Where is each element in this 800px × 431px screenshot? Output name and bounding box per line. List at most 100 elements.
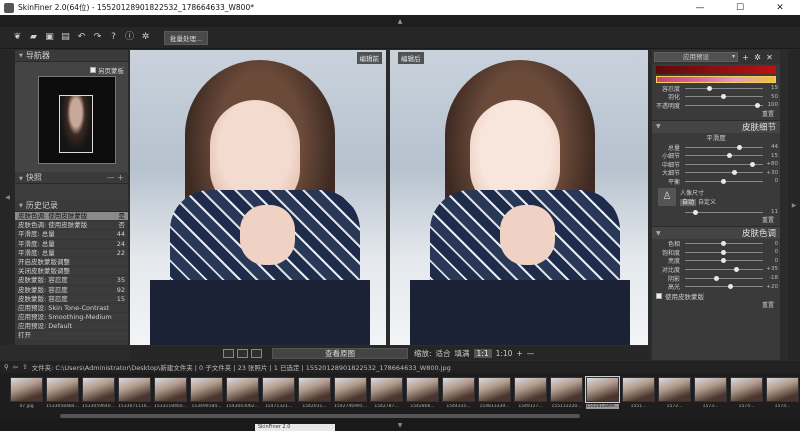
slider-knob[interactable] — [720, 249, 726, 255]
film-thumbnail[interactable] — [154, 377, 187, 402]
use-skin-mask-toggle[interactable]: 使用皮肤蒙版 — [652, 291, 780, 301]
film-thumbnail[interactable] — [370, 377, 403, 402]
filmstrip-item[interactable]: 1533071116... — [118, 373, 151, 409]
history-header[interactable]: ▼ 历史记录 — [15, 200, 128, 212]
slider-容忍度[interactable]: 容忍度 15 — [652, 84, 780, 93]
filmstrip-item[interactable]: 1533059640... — [82, 373, 115, 409]
slider-knob[interactable] — [720, 258, 726, 264]
zoom-in-icon[interactable]: + — [516, 349, 522, 358]
filmstrip-item[interactable]: 1544335... — [442, 373, 475, 409]
navigator-viewport[interactable] — [59, 95, 93, 153]
film-thumbnail[interactable] — [694, 377, 727, 402]
slider-色相[interactable]: 色相 0 — [652, 239, 780, 249]
slider-knob[interactable] — [726, 153, 732, 159]
after-image[interactable]: 编辑后 — [390, 50, 648, 345]
filmstrip-item[interactable]: 1542787... — [370, 373, 403, 409]
view-original-button[interactable]: 查看原图 — [272, 347, 408, 359]
split-view-button[interactable] — [237, 348, 248, 358]
film-thumbnail[interactable] — [10, 377, 43, 402]
taskbar-tab[interactable]: SkinFiner 2.0 — [255, 424, 335, 431]
filmstrip-item[interactable]: 1533118460... — [154, 373, 187, 409]
slider-高光[interactable]: 高光 +20 — [652, 282, 780, 292]
history-item[interactable]: 皮肤蒙版: 容忍度 35 — [15, 276, 128, 286]
history-item[interactable]: 应用预设: Default — [15, 322, 128, 332]
zoom-fit[interactable]: 适合 — [436, 348, 451, 359]
slider-knob[interactable] — [706, 85, 712, 91]
slider-总量[interactable]: 总量 44 — [652, 143, 780, 152]
film-thumbnail[interactable] — [514, 377, 547, 402]
film-thumbnail[interactable] — [82, 377, 115, 402]
filmstrip-item[interactable]: 1542808... — [406, 373, 439, 409]
filmstrip-item[interactable]: 153499184... — [190, 373, 223, 409]
slider-小细节[interactable]: 小细节 15 — [652, 151, 780, 161]
slider-大细节[interactable]: 大细节 +30 — [652, 169, 780, 178]
up-icon[interactable]: ⇧ — [22, 363, 27, 371]
slider-中细节[interactable]: 中细节 +80 — [652, 160, 780, 169]
info-icon[interactable]: ⓘ — [124, 32, 135, 43]
film-thumbnail[interactable] — [550, 377, 583, 402]
history-item[interactable]: 应用预设: Skin Tone-Contrast — [15, 304, 128, 314]
slider-knob[interactable] — [755, 102, 761, 108]
history-item[interactable]: 平滑度: 总量 44 — [15, 230, 128, 240]
filmstrip-item[interactable]: 1573... — [694, 373, 727, 409]
skin-color-swatch[interactable] — [656, 66, 776, 74]
save-as-icon[interactable]: ▤ — [60, 32, 71, 43]
filmstrip-item[interactable]: d7.jpg — [10, 373, 43, 409]
film-thumbnail[interactable] — [46, 377, 79, 402]
slider-对比度[interactable]: 对比度 +35 — [652, 265, 780, 274]
filmstrip-item[interactable]: 155112220... — [550, 373, 583, 409]
film-thumbnail[interactable] — [298, 377, 331, 402]
filmstrip-item[interactable]: 1549127... — [514, 373, 547, 409]
slider-阴影[interactable]: 阴影 -18 — [652, 274, 780, 283]
skin-tone-header[interactable]: ▼ 皮肤色调 — [652, 226, 780, 240]
reset-mask-button[interactable]: 重置 — [652, 110, 780, 120]
maximize-button[interactable]: ☐ — [720, 0, 760, 15]
history-item[interactable]: 皮肤蒙版: 容忍度 92 — [15, 286, 128, 295]
film-thumbnail[interactable] — [658, 377, 691, 402]
history-item[interactable]: 平滑度: 总量 22 — [15, 249, 128, 258]
color-range-bar[interactable] — [656, 76, 776, 83]
person-custom-option[interactable]: 自定义 — [698, 199, 716, 206]
close-button[interactable]: ✕ — [760, 0, 800, 15]
single-view-button[interactable] — [223, 348, 234, 358]
navigator-thumbnail[interactable] — [38, 76, 116, 164]
slider-饱和度[interactable]: 饱和度 0 — [652, 248, 780, 257]
history-item[interactable]: 皮肤色调: 使用皮肤蒙版是 — [15, 212, 128, 222]
filmstrip-item[interactable]: 1542031... — [298, 373, 331, 409]
film-thumbnail[interactable] — [622, 377, 655, 402]
history-item[interactable]: 皮肤色调: 使用皮肤蒙版否 — [15, 221, 128, 231]
film-thumbnail[interactable] — [442, 377, 475, 402]
slider-knob[interactable] — [733, 266, 739, 272]
slider-平衡[interactable]: 平衡 0 — [652, 177, 780, 186]
right-panel-toggle[interactable]: ▶ — [788, 50, 800, 360]
snapshot-header[interactable]: ▼ 快照 — + — [15, 172, 128, 184]
filmstrip-item[interactable]: 1543003062... — [226, 373, 259, 409]
undo-icon[interactable]: ↶ — [76, 32, 87, 43]
film-thumbnail[interactable] — [730, 377, 763, 402]
film-thumbnail[interactable] — [406, 377, 439, 402]
scrollbar-thumb[interactable] — [60, 414, 580, 418]
add-preset-icon[interactable]: + — [741, 53, 750, 62]
zoom-ratio[interactable]: 1:10 — [496, 349, 513, 358]
search-icon[interactable]: ⚲ — [4, 363, 9, 371]
filmstrip-item[interactable]: 1574... — [766, 373, 799, 409]
film-thumbnail[interactable] — [118, 377, 151, 402]
left-panel-toggle[interactable]: ◀ — [0, 50, 15, 345]
zoom-fill[interactable]: 填满 — [455, 348, 470, 359]
history-item[interactable]: 皮肤蒙版: 容忍度 15 — [15, 295, 128, 304]
zoom-out-icon[interactable]: — — [527, 349, 535, 358]
slider-knob[interactable] — [728, 284, 734, 290]
filmstrip-item[interactable]: 1551... — [622, 373, 655, 409]
batch-process-button[interactable]: 批量处理... — [164, 30, 209, 45]
slider-羽化[interactable]: 羽化 50 — [652, 93, 780, 102]
skin-detail-header[interactable]: ▼ 皮肤细节 — [652, 119, 780, 133]
stacked-view-button[interactable] — [251, 348, 262, 358]
film-thumbnail[interactable] — [585, 376, 620, 403]
settings-icon[interactable]: ✲ — [140, 32, 151, 43]
redo-icon[interactable]: ↷ — [92, 32, 103, 43]
filmstrip-item[interactable]: 1552012890... — [585, 373, 620, 409]
back-icon[interactable]: ⇦ — [13, 363, 18, 371]
filmstrip-item[interactable]: 1574... — [730, 373, 763, 409]
snapshot-add-remove[interactable]: — + — [107, 173, 128, 182]
film-thumbnail[interactable] — [262, 377, 295, 402]
